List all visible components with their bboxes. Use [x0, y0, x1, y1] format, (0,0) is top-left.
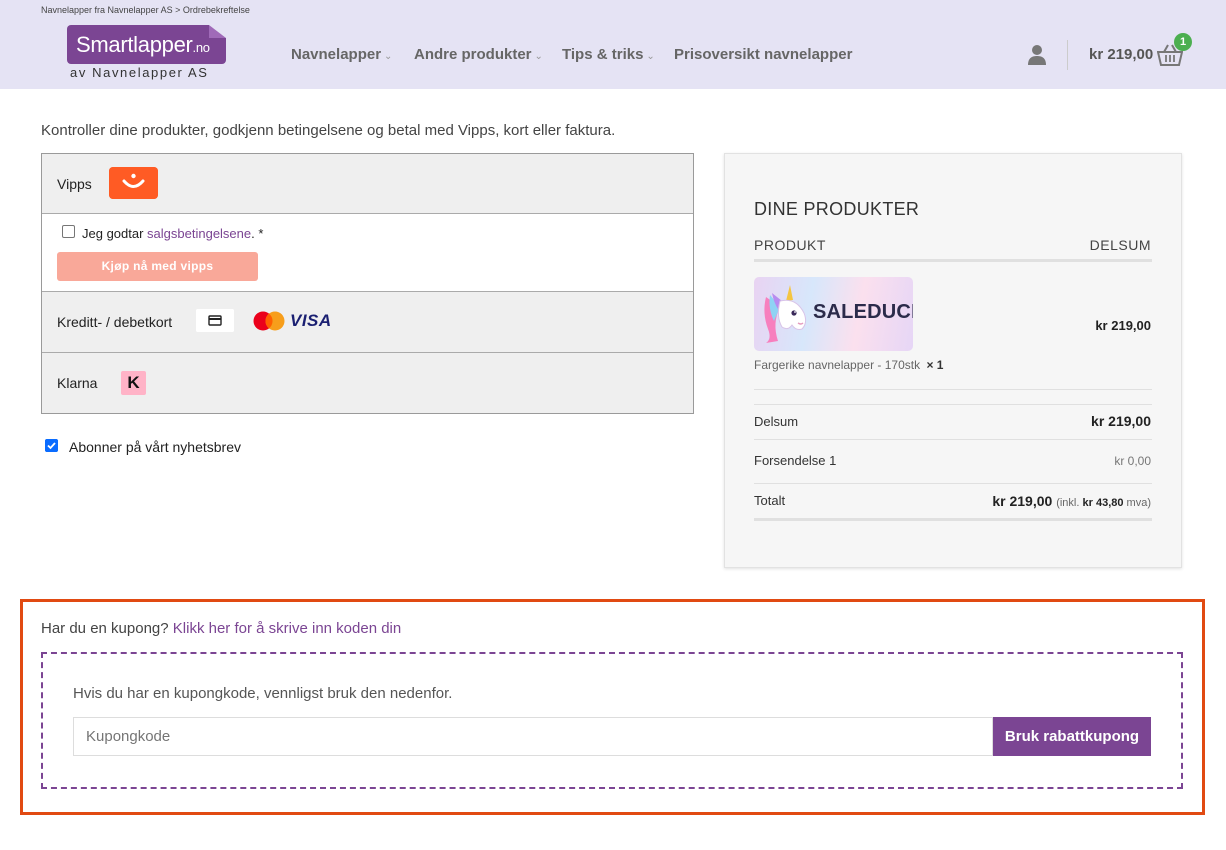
newsletter-label: Abonner på vårt nyhetsbrev: [69, 439, 241, 455]
subtotal-label: Delsum: [754, 414, 799, 429]
tax-suffix: mva): [1126, 497, 1151, 509]
chevron-down-icon: ⌄: [534, 51, 543, 62]
coupon-section: Har du en kupong? Klikk her for å skrive…: [20, 599, 1205, 815]
unicorn-icon: [764, 285, 807, 343]
summary-title: DINE PRODUKTER: [754, 199, 920, 219]
nav-label: Tips & triks: [562, 46, 644, 63]
footer-divider: [754, 518, 1152, 521]
site-header: Navnelapper fra Navnelapper AS > Ordrebe…: [0, 0, 1226, 89]
divider: [754, 439, 1152, 440]
visa-logo: VISA: [290, 311, 332, 330]
nav-item-andre-produkter[interactable]: Andre produkter ⌄: [414, 46, 543, 63]
terms-link[interactable]: salgsbetingelsene: [147, 226, 251, 241]
payment-label: Kreditt- / debetkort: [57, 314, 173, 330]
nav-label: Navnelapper: [291, 46, 382, 63]
chevron-down-icon: ⌄: [384, 51, 393, 62]
shipping-label: Forsendelse 1: [754, 453, 837, 468]
order-summary: DINE PRODUKTER PRODUKT DELSUM SALEDUCK k…: [724, 153, 1182, 568]
site-logo[interactable]: Smartlapper.no: [67, 25, 226, 64]
shipping-value: kr 0,00: [1114, 454, 1151, 468]
payment-methods: Vipps Jeg godtar salgsbetingelsene. * Kj…: [41, 153, 694, 414]
nav-item-navnelapper[interactable]: Navnelapper ⌄: [291, 46, 392, 63]
total-label: Totalt: [754, 493, 786, 508]
header-divider: [1067, 40, 1068, 70]
divider: [754, 404, 1152, 405]
product-price: kr 219,00: [1095, 318, 1151, 333]
coupon-question: Har du en kupong? Klikk her for å skrive…: [41, 620, 401, 637]
terms-checkbox[interactable]: [62, 225, 75, 238]
coupon-instructions: Hvis du har en kupongkode, vennligst bru…: [73, 685, 453, 702]
user-icon[interactable]: [1027, 44, 1047, 66]
total-value: kr 219,00 (inkl. kr 43,80 mva): [992, 493, 1151, 509]
cart-count-badge: 1: [1174, 33, 1192, 51]
credit-card-icon: [196, 309, 234, 332]
buy-with-vipps-button[interactable]: Kjøp nå med vipps: [57, 252, 258, 281]
apply-coupon-button[interactable]: Bruk rabattkupong: [993, 717, 1151, 756]
header-divider: [754, 259, 1152, 262]
column-header-product: PRODUKT: [754, 237, 826, 253]
nav-item-prisoversikt[interactable]: Prisoversikt navnelapper: [674, 46, 852, 63]
product-name-text: Fargerike navnelapper - 170stk: [754, 358, 921, 372]
product-image-label: SALEDUCK: [813, 301, 913, 323]
payment-option-vipps[interactable]: Vipps: [42, 154, 693, 214]
mastercard-icon: [253, 311, 285, 331]
logo-suffix: .no: [192, 40, 210, 55]
column-header-subtotal: DELSUM: [1089, 237, 1151, 253]
payment-label: Klarna: [57, 375, 98, 391]
logo-subtitle: av Navnelapper AS: [70, 65, 209, 80]
tax-prefix: (inkl.: [1056, 497, 1080, 509]
divider: [754, 389, 1152, 390]
cart-total[interactable]: kr 219,00: [1089, 46, 1153, 63]
vipps-panel: Jeg godtar salgsbetingelsene. * Kjøp nå …: [42, 214, 693, 292]
terms-prefix: Jeg godtar: [82, 226, 148, 241]
breadcrumb[interactable]: Navnelapper fra Navnelapper AS > Ordrebe…: [41, 5, 250, 15]
terms-label: Jeg godtar salgsbetingelsene. *: [82, 226, 263, 241]
payment-label: Vipps: [57, 176, 92, 192]
coupon-form: Hvis du har en kupongkode, vennligst bru…: [41, 652, 1183, 789]
payment-option-card[interactable]: Kreditt- / debetkort VISA: [42, 292, 693, 353]
coupon-code-input[interactable]: [73, 717, 993, 756]
divider: [754, 483, 1152, 484]
total-amount: kr 219,00: [992, 493, 1053, 509]
nav-label: Prisoversikt navnelapper: [674, 46, 853, 63]
product-name: Fargerike navnelapper - 170stk × 1: [754, 358, 943, 372]
newsletter-checkbox[interactable]: [45, 439, 58, 452]
chevron-down-icon: ⌄: [646, 51, 655, 62]
klarna-logo-icon: K: [121, 371, 146, 395]
terms-required: . *: [251, 226, 264, 241]
product-image: SALEDUCK: [754, 277, 913, 351]
checkout-intro: Kontroller dine produkter, godkjenn beti…: [41, 122, 616, 139]
product-quantity: × 1: [926, 358, 944, 372]
nav-label: Andre produkter: [414, 46, 532, 63]
nav-item-tips-triks[interactable]: Tips & triks ⌄: [562, 46, 655, 63]
logo-main: Smartlapper: [76, 32, 193, 57]
logo-fold-decoration: [209, 25, 226, 38]
payment-option-klarna[interactable]: Klarna K: [42, 353, 693, 413]
coupon-toggle-link[interactable]: Klikk her for å skrive inn koden din: [173, 620, 401, 637]
vipps-logo-icon: [109, 167, 158, 199]
tax-amount: kr 43,80: [1082, 497, 1124, 509]
coupon-question-text: Har du en kupong?: [41, 620, 169, 637]
subtotal-value: kr 219,00: [1091, 413, 1151, 429]
